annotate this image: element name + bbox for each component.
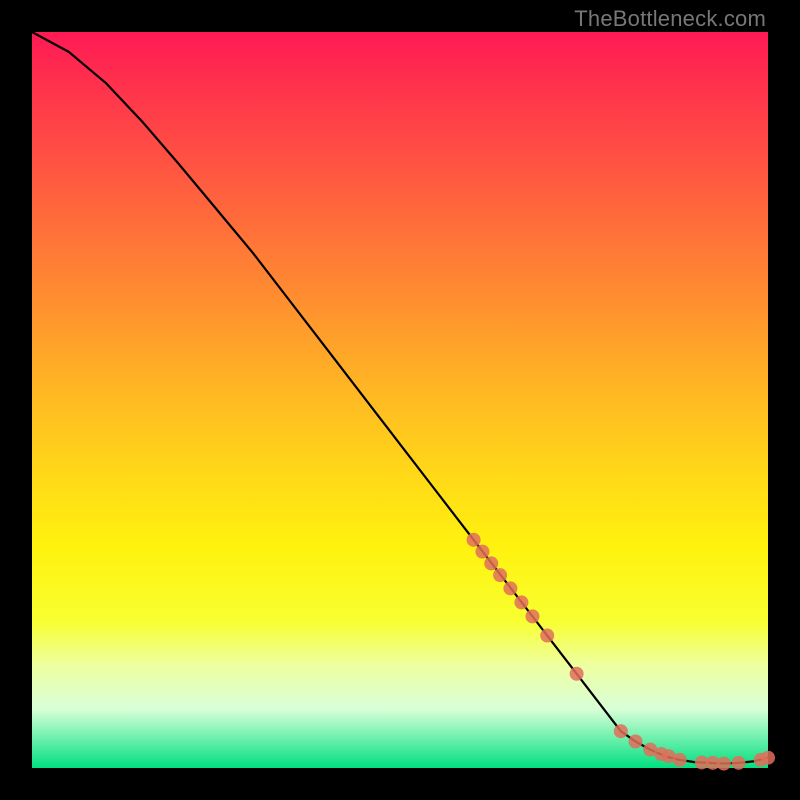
data-point xyxy=(717,757,731,771)
data-point xyxy=(540,629,554,643)
marker-group xyxy=(467,533,775,771)
data-point xyxy=(673,753,687,767)
curve-line xyxy=(32,32,768,764)
data-point xyxy=(514,595,528,609)
data-point xyxy=(761,751,775,765)
data-point xyxy=(732,756,746,770)
data-point xyxy=(614,724,628,738)
chart-overlay xyxy=(0,0,800,800)
data-point xyxy=(493,568,507,582)
data-point xyxy=(570,667,584,681)
data-point xyxy=(467,533,481,547)
data-point xyxy=(484,556,498,570)
data-point xyxy=(525,609,539,623)
chart-container: TheBottleneck.com xyxy=(0,0,800,800)
data-point xyxy=(475,545,489,559)
data-point xyxy=(503,581,517,595)
data-point xyxy=(629,735,643,749)
